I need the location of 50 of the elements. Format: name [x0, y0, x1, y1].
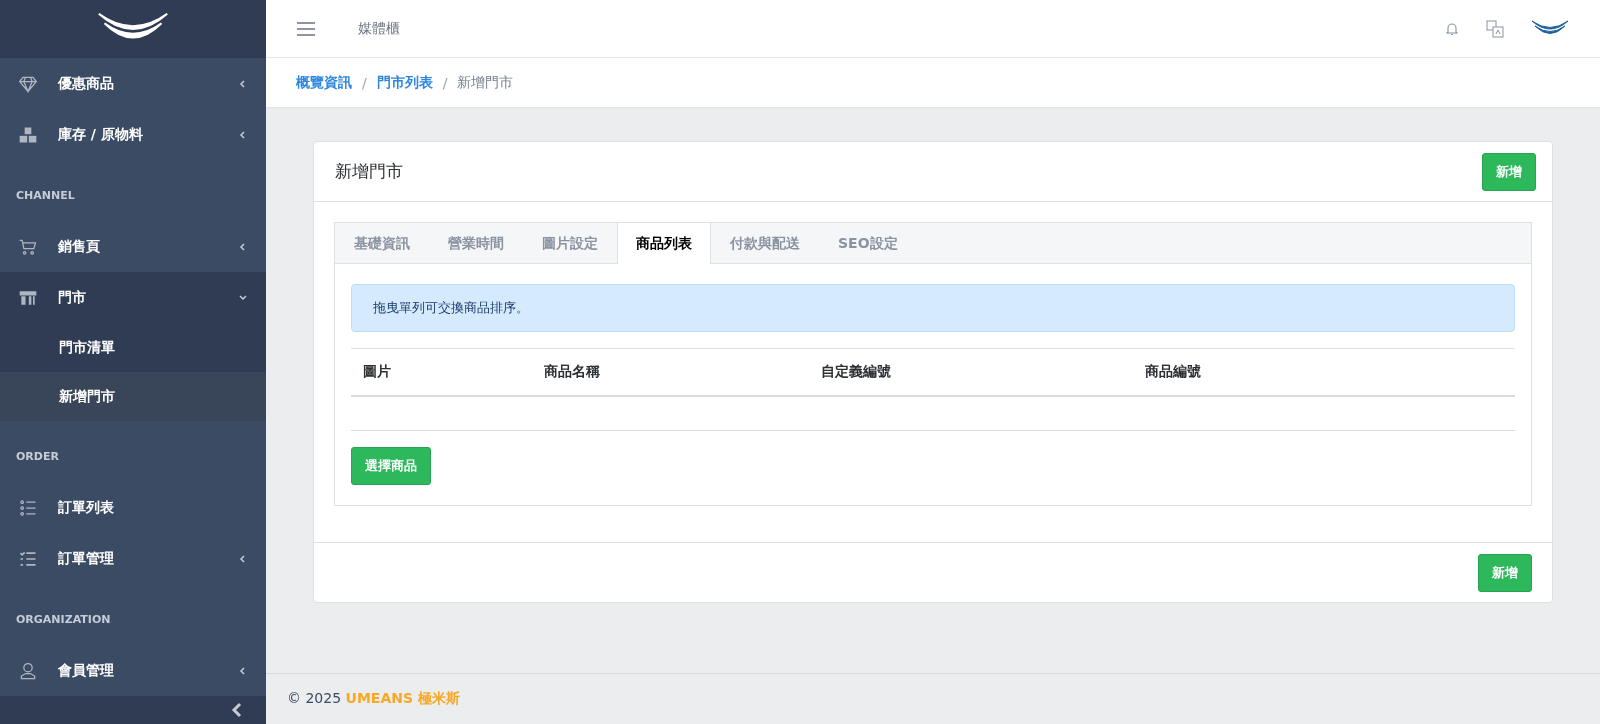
collapse-icon[interactable]	[230, 702, 244, 718]
sidebar-subitem[interactable]: 門市清單	[0, 323, 266, 372]
column-header: 商品名稱	[543, 363, 601, 381]
tab[interactable]: 商品列表	[617, 223, 711, 264]
chevron-down-icon	[238, 292, 248, 303]
breadcrumb-separator: /	[362, 74, 367, 91]
sidebar-item-label: 門市	[58, 288, 87, 307]
sidebar-item-label: 庫存 / 原物料	[58, 125, 144, 144]
translate-icon[interactable]	[1486, 19, 1504, 38]
tab[interactable]: 基礎資訊	[335, 223, 429, 264]
sidebar-item[interactable]: 訂單列表	[0, 482, 266, 533]
sidebar-item[interactable]: 庫存 / 原物料	[0, 109, 266, 160]
breadcrumb-separator: /	[442, 74, 448, 91]
card-title: 新增門市	[335, 160, 403, 183]
sidebar-section-title: ORGANIZATION	[15, 612, 112, 628]
sidebar-item-label: 訂單管理	[58, 549, 115, 568]
sidebar-item[interactable]: 銷售頁	[0, 221, 266, 272]
sidebar-item-label: 銷售頁	[58, 237, 101, 256]
column-header: 圖片	[362, 363, 392, 381]
breadcrumb-link[interactable]: 門市列表	[376, 73, 433, 92]
column-header: 自定義編號	[820, 363, 892, 381]
sidebar-item-label: 訂單列表	[58, 498, 115, 517]
chevron-left-icon	[238, 553, 248, 564]
chevron-left-icon	[238, 129, 248, 140]
sidebar-section-title: CHANNEL	[15, 188, 76, 204]
sidebar-section-title: ORDER	[15, 449, 60, 465]
chevron-left-icon	[238, 665, 248, 676]
copyright-text: © 2025 UMEANS 極米斯	[287, 690, 460, 708]
user-icon	[18, 660, 38, 681]
sidebar-item[interactable]: 會員管理	[0, 645, 266, 696]
breadcrumb-current: 新增門市	[457, 73, 514, 92]
sidebar-item[interactable]: 訂單管理	[0, 533, 266, 584]
sidebar-item[interactable]: 優惠商品	[0, 58, 266, 109]
chevron-left-icon	[238, 78, 248, 89]
breadcrumb-link[interactable]: 概覽資訊	[296, 73, 352, 92]
sidebar-item[interactable]: 門市	[0, 272, 266, 323]
sidebar-item-label: 優惠商品	[58, 74, 115, 93]
tab[interactable]: 營業時間	[429, 223, 523, 264]
top-bar-title[interactable]: 媒體櫃	[358, 19, 1402, 38]
sidebar-subitem[interactable]: 新增門市	[0, 372, 266, 421]
tab[interactable]: 付款與配送	[711, 223, 819, 264]
bell-icon[interactable]	[1444, 20, 1460, 37]
column-header: 商品編號	[1144, 363, 1202, 381]
list-icon	[18, 497, 38, 518]
sidebar-item-label: 會員管理	[58, 661, 115, 680]
menu-icon[interactable]	[296, 20, 316, 37]
info-alert: 拖曳單列可交換商品排序。	[351, 284, 1515, 332]
tab[interactable]: SEO設定	[819, 223, 917, 264]
chevron-left-icon	[238, 241, 248, 252]
tab[interactable]: 圖片設定	[523, 223, 617, 264]
